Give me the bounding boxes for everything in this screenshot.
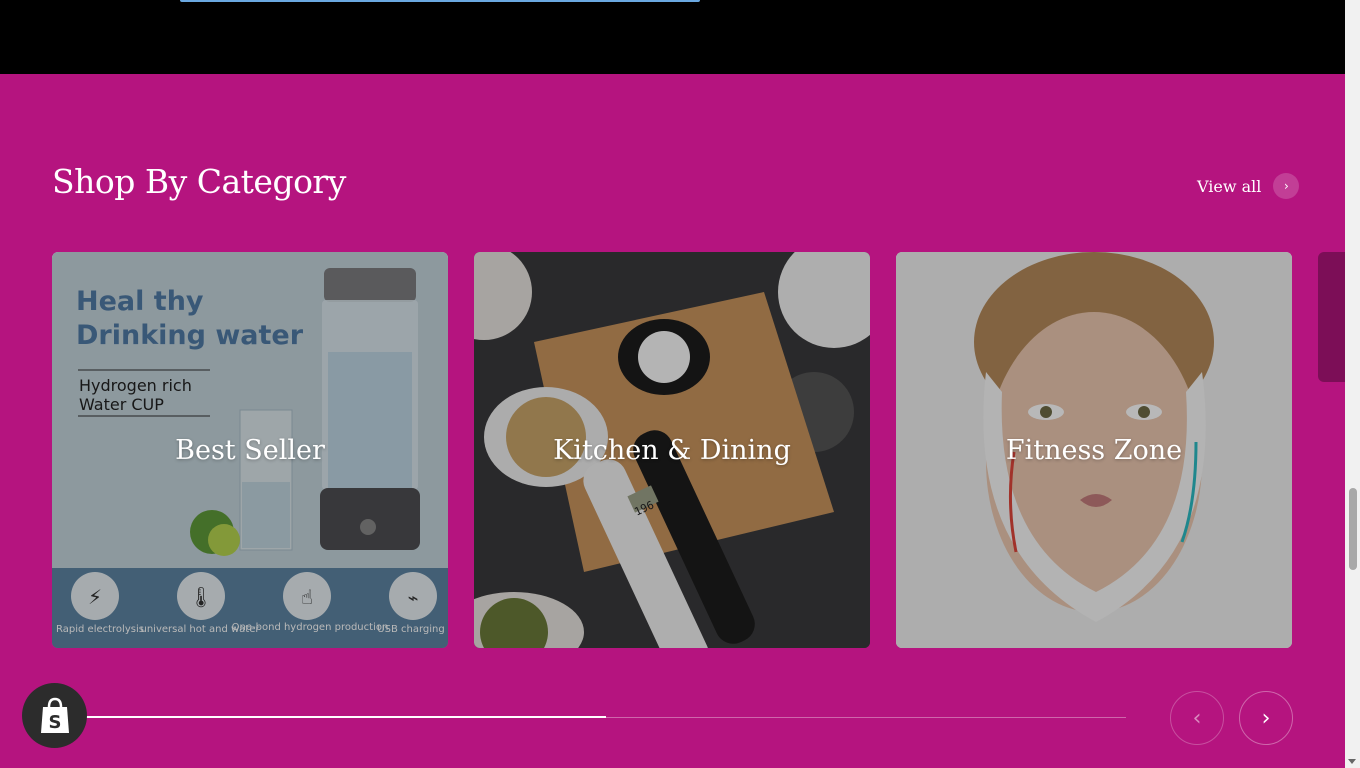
banner-edge <box>180 0 700 2</box>
category-card-fitness-zone[interactable]: Fitness Zone <box>896 252 1292 648</box>
slider-progress-fill <box>86 716 606 718</box>
view-all-label: View all <box>1197 176 1262 196</box>
chevron-left-icon: ‹ <box>1192 705 1202 731</box>
chevron-right-icon: › <box>1261 705 1271 731</box>
category-label: Best Seller <box>175 434 325 466</box>
section-heading: Shop By Category <box>52 162 346 201</box>
scrollbar-thumb[interactable] <box>1349 488 1357 570</box>
view-all-link[interactable]: View all › <box>1197 173 1300 199</box>
scroll-down-arrow[interactable] <box>1348 759 1356 764</box>
chevron-right-icon: › <box>1273 173 1300 199</box>
category-card-kitchen-dining[interactable]: 196 Kitchen & Dining <box>474 252 870 648</box>
category-label: Fitness Zone <box>1005 434 1183 466</box>
page-scrollbar[interactable] <box>1345 0 1360 768</box>
shopify-badge[interactable]: S <box>22 683 87 748</box>
shop-by-category-section: Shop By Category View all › Heal thy Dri… <box>0 74 1348 768</box>
category-label: Kitchen & Dining <box>553 434 791 466</box>
svg-text:S: S <box>48 712 61 733</box>
shopify-bag-icon: S <box>40 697 69 733</box>
slider-prev-button[interactable]: ‹ <box>1170 691 1224 745</box>
next-card-peek[interactable] <box>1318 252 1348 382</box>
category-card-best-seller[interactable]: Heal thy Drinking water Hydrogen rich Wa… <box>52 252 448 648</box>
top-dark-band <box>0 0 1345 74</box>
slider-next-button[interactable]: › <box>1239 691 1293 745</box>
